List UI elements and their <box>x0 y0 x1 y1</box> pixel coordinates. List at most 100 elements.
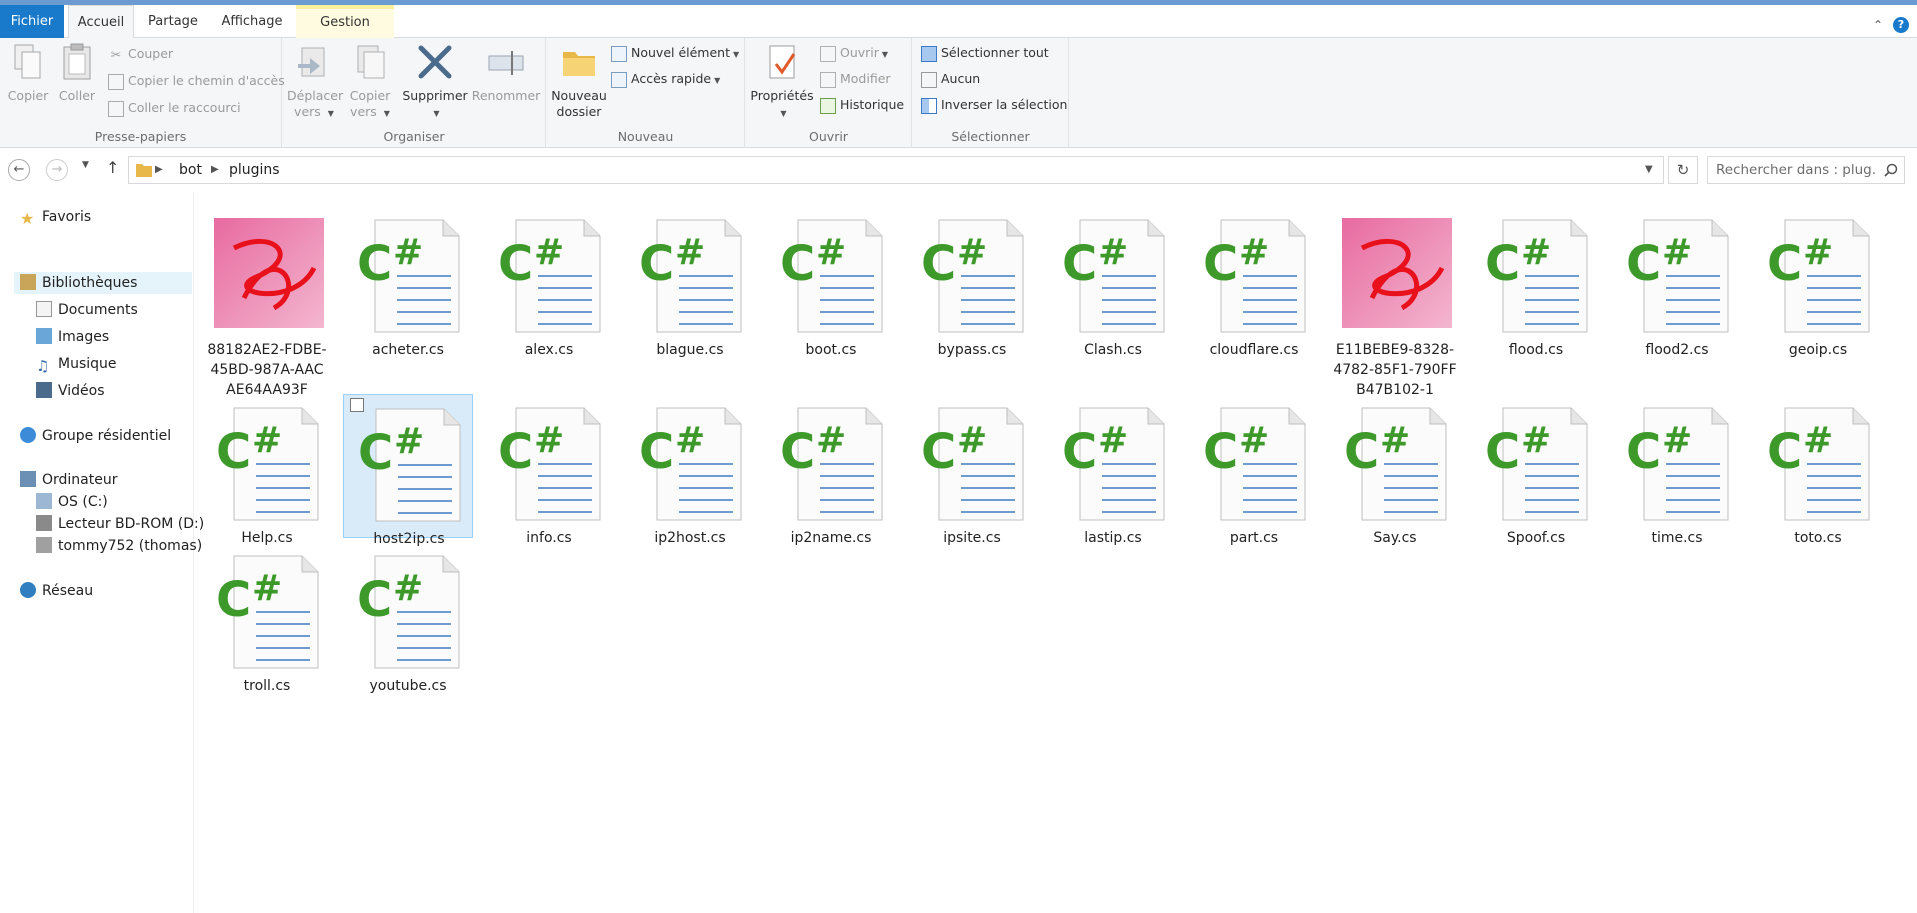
file-item-cs[interactable]: C # part.cs <box>1189 394 1319 546</box>
csharp-file-icon: C # <box>1062 407 1165 521</box>
search-box[interactable] <box>1707 156 1905 184</box>
file-item-cs[interactable]: C # boot.cs <box>766 206 896 358</box>
chevron-down-icon: ▼ <box>433 109 440 118</box>
file-item-cs[interactable]: C # troll.cs <box>202 542 332 694</box>
collapse-ribbon-icon[interactable]: ⌃ <box>1870 17 1886 33</box>
help-icon[interactable]: ? <box>1893 17 1909 33</box>
refresh-button[interactable]: ↻ <box>1668 156 1698 184</box>
select-none-button[interactable]: Aucun <box>921 69 980 89</box>
chevron-down-icon: ▼ <box>327 109 334 118</box>
move-to-label-2: vers <box>294 104 321 119</box>
select-all-button[interactable]: Sélectionner tout <box>921 43 1049 63</box>
paste-button[interactable]: Coller <box>54 42 100 104</box>
new-item-button[interactable]: Nouvel élément ▼ <box>611 43 739 63</box>
library-icon <box>20 274 36 290</box>
scissors-icon: ✂ <box>110 46 122 62</box>
file-item-cs[interactable]: C # alex.cs <box>484 206 614 358</box>
nav-drive-bd[interactable]: Lecteur BD-ROM (D:) <box>36 513 204 535</box>
nav-libraries[interactable]: Bibliothèques <box>14 272 192 294</box>
history-button[interactable]: Historique <box>820 95 904 115</box>
nav-libraries-label: Bibliothèques <box>42 275 138 291</box>
move-to-button[interactable]: Déplacer vers ▼ <box>287 42 343 122</box>
nav-documents[interactable]: Documents <box>36 299 138 321</box>
nav-homegroup[interactable]: Groupe résidentiel <box>20 425 171 447</box>
recent-locations-icon[interactable]: ▼ <box>82 160 89 170</box>
copy-icon <box>14 44 41 79</box>
file-item-cs[interactable]: C # youtube.cs <box>343 542 473 694</box>
file-item-cs[interactable]: C # bypass.cs <box>907 206 1037 358</box>
file-item-cs[interactable]: C # toto.cs <box>1753 394 1883 546</box>
breadcrumb-plugins[interactable]: plugins <box>229 157 280 183</box>
properties-button[interactable]: Propriétés ▼ <box>750 42 814 122</box>
tab-home[interactable]: Accueil <box>68 5 134 39</box>
new-folder-button[interactable]: Nouveau dossier <box>551 42 607 120</box>
nav-user[interactable]: tommy752 (thomas) <box>36 535 202 557</box>
open-button[interactable]: Ouvrir ▼ <box>820 43 888 63</box>
search-input[interactable] <box>1708 157 1878 183</box>
edit-button[interactable]: Modifier <box>820 69 891 89</box>
nav-images[interactable]: Images <box>36 326 109 348</box>
file-item-cs[interactable]: C # time.cs <box>1612 394 1742 546</box>
back-button[interactable]: ← <box>8 159 30 181</box>
copy-button[interactable]: Copier <box>6 42 50 104</box>
file-item-cs[interactable]: C # host2ip.cs <box>343 394 473 547</box>
svg-text:C: C <box>1626 424 1661 480</box>
rename-button[interactable]: Renommer <box>471 42 541 104</box>
tab-view[interactable]: Affichage <box>214 5 290 38</box>
select-none-label: Aucun <box>941 71 981 86</box>
copy-to-button[interactable]: Copier vers ▼ <box>345 42 395 122</box>
cut-button[interactable]: ✂ Couper <box>108 44 173 64</box>
svg-text:C: C <box>1767 236 1802 292</box>
file-item-cs[interactable]: C # flood2.cs <box>1612 206 1742 358</box>
svg-text:C: C <box>216 572 251 628</box>
tab-manage[interactable]: Gestion <box>296 5 394 38</box>
file-item-cs[interactable]: C # blague.cs <box>625 206 755 358</box>
breadcrumb-separator-icon[interactable]: ▶ <box>211 157 219 183</box>
copy-path-button[interactable]: Copier le chemin d'accès <box>108 71 285 91</box>
csharp-file-icon: C # <box>216 407 319 521</box>
delete-button[interactable]: Supprimer ▼ <box>402 42 468 122</box>
nav-videos[interactable]: Vidéos <box>36 380 105 402</box>
csharp-file-icon: C # <box>358 408 461 522</box>
file-item-cs[interactable]: C # acheter.cs <box>343 206 473 358</box>
file-item-cs[interactable]: C # ip2name.cs <box>766 394 896 546</box>
file-item-cs[interactable]: C # Say.cs <box>1330 394 1460 546</box>
breadcrumb-bot[interactable]: bot <box>179 157 202 183</box>
nav-favorites[interactable]: ★ Favoris <box>20 206 91 228</box>
breadcrumb-separator-icon[interactable]: ▶ <box>155 157 163 183</box>
address-bar[interactable]: ▶ bot ▶ plugins ▼ <box>128 156 1664 184</box>
file-item-cs[interactable]: C # Clash.cs <box>1048 206 1178 358</box>
tab-share[interactable]: Partage <box>140 5 206 38</box>
svg-text:C: C <box>498 236 533 292</box>
nav-network[interactable]: Réseau <box>20 580 93 602</box>
file-item-image[interactable]: E11BEBE9-8328-4782-85F1-790FF B47B102-1 <box>1330 206 1460 398</box>
svg-text:#: # <box>957 232 987 273</box>
nav-drive-c[interactable]: OS (C:) <box>36 491 108 513</box>
file-item-cs[interactable]: C # Spoof.cs <box>1471 394 1601 546</box>
file-item-cs[interactable]: C # geoip.cs <box>1753 206 1883 358</box>
properties-icon <box>769 45 796 79</box>
file-item-cs[interactable]: C # flood.cs <box>1471 206 1601 358</box>
forward-button[interactable]: → <box>46 159 68 181</box>
cut-label: Couper <box>128 46 174 61</box>
address-dropdown-icon[interactable]: ▼ <box>1645 157 1653 183</box>
nav-music[interactable]: ♫ Musique <box>36 353 117 375</box>
svg-text:#: # <box>1380 420 1410 461</box>
paste-shortcut-button[interactable]: Coller le raccourci <box>108 98 241 118</box>
file-item-image[interactable]: 88182AE2-FDBE-45BD-987A-AAC AE64AA93F <box>202 206 332 398</box>
tab-file[interactable]: Fichier <box>0 5 64 38</box>
invert-selection-button[interactable]: Inverser la sélection <box>921 95 1067 115</box>
videos-icon <box>36 382 52 398</box>
file-name: geoip.cs <box>1788 342 1848 358</box>
file-item-cs[interactable]: C # lastip.cs <box>1048 394 1178 546</box>
nav-computer[interactable]: Ordinateur <box>20 469 118 491</box>
file-item-cs[interactable]: C # cloudflare.cs <box>1189 206 1319 358</box>
file-item-cs[interactable]: C # ip2host.cs <box>625 394 755 546</box>
svg-text:C: C <box>1485 236 1520 292</box>
easy-access-button[interactable]: Accès rapide ▼ <box>611 69 720 89</box>
select-group: Sélectionner tout Aucun Inverser la séle… <box>913 38 1069 148</box>
file-item-cs[interactable]: C # info.cs <box>484 394 614 546</box>
file-item-cs[interactable]: C # ipsite.cs <box>907 394 1037 546</box>
up-arrow-icon[interactable]: ↑ <box>106 158 119 177</box>
file-item-cs[interactable]: C # Help.cs <box>202 394 332 546</box>
